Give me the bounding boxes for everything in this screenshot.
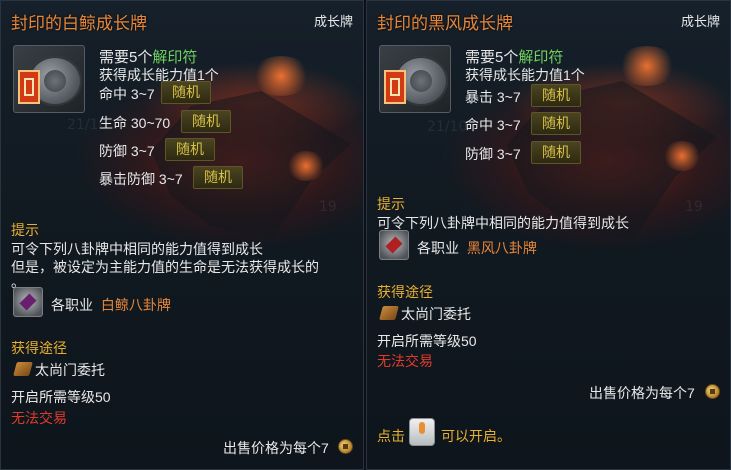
acquire-route-title: 获得途径 xyxy=(377,284,433,300)
requirement-item-link[interactable]: 解印符 xyxy=(518,49,563,66)
class-badge-icon xyxy=(13,287,43,317)
scroll-icon xyxy=(13,362,33,376)
ember-glow xyxy=(662,141,702,171)
requirement-prefix: 需要5个 xyxy=(465,49,519,66)
class-badge-icon xyxy=(379,230,409,260)
coin-icon xyxy=(338,439,353,454)
requirement-line: 需要5个解印符 xyxy=(465,46,563,67)
level-requirement: 开启所需等级50 xyxy=(377,333,477,349)
background-mark: 19 xyxy=(685,199,703,215)
ember-glow xyxy=(286,151,326,181)
trade-restriction: 无法交易 xyxy=(11,410,67,426)
random-badge: 随机 xyxy=(181,110,231,133)
stat-name: 防御 3~7 xyxy=(465,146,521,162)
ember-glow xyxy=(251,56,311,96)
item-title: 封印的白鲸成长牌 xyxy=(11,14,147,33)
sell-price: 出售价格为每个7 xyxy=(223,440,329,456)
click-item-icon[interactable] xyxy=(409,418,435,446)
background-mark: 19 xyxy=(319,199,337,215)
stat-name: 防御 3~7 xyxy=(99,143,155,159)
random-badge: 随机 xyxy=(161,81,211,104)
acquire-route-title: 获得途径 xyxy=(11,340,67,356)
random-badge: 随机 xyxy=(531,84,581,107)
stat-name: 暴击 3~7 xyxy=(465,89,521,105)
growth-card-icon xyxy=(13,45,85,113)
random-badge: 随机 xyxy=(165,138,215,161)
class-card-line: 各职业 黑风八卦牌 xyxy=(417,238,537,258)
class-prefix: 各职业 xyxy=(417,240,459,256)
random-badge: 随机 xyxy=(531,112,581,135)
hint-text: 但是，被设定为主能力值的生命是无法获得成长的 xyxy=(11,259,319,275)
class-prefix: 各职业 xyxy=(51,297,93,313)
level-requirement: 开启所需等级50 xyxy=(11,389,111,405)
class-card-link[interactable]: 白鲸八卦牌 xyxy=(101,297,171,313)
class-card-link[interactable]: 黑风八卦牌 xyxy=(467,240,537,256)
stat-name: 暴击防御 3~7 xyxy=(99,171,183,187)
class-card-line: 各职业 白鲸八卦牌 xyxy=(51,295,171,315)
random-badge: 随机 xyxy=(193,166,243,189)
tooltip-panel-black-wind: 21/10 19 封印的黑风成长牌 成长牌 需要5个解印符 获得成长能力值1个 … xyxy=(366,0,731,470)
item-category-tag: 成长牌 xyxy=(313,14,353,29)
click-suffix: 可以开启。 xyxy=(441,428,511,444)
stat-name: 命中 3~7 xyxy=(99,86,155,102)
hint-text: 可令下列八卦牌中相同的能力值得到成长 xyxy=(11,241,263,257)
scroll-icon xyxy=(379,306,399,320)
gain-text: 获得成长能力值1个 xyxy=(465,67,585,83)
stat-name: 生命 30~70 xyxy=(99,115,171,131)
click-prefix: 点击 xyxy=(377,428,405,444)
click-open-line: 点击 xyxy=(377,426,405,446)
coin-icon xyxy=(705,384,720,399)
item-title: 封印的黑风成长牌 xyxy=(377,14,513,33)
hint-title: 提示 xyxy=(377,196,405,212)
requirement-prefix: 需要5个 xyxy=(99,49,153,66)
hint-text: 可令下列八卦牌中相同的能力值得到成长 xyxy=(377,215,629,231)
ember-glow xyxy=(617,46,677,86)
acquire-route-item: 太尚门委托 xyxy=(35,362,105,378)
background-mark: 21/10 xyxy=(427,119,468,135)
trade-restriction: 无法交易 xyxy=(377,353,433,369)
tooltip-panel-white-whale: 21/10 19 封印的白鲸成长牌 成长牌 需要5个解印符 获得成长能力值1个 … xyxy=(0,0,364,470)
stat-name: 命中 3~7 xyxy=(465,117,521,133)
growth-card-icon xyxy=(379,45,451,113)
sell-price: 出售价格为每个7 xyxy=(589,385,695,401)
acquire-route-item: 太尚门委托 xyxy=(401,306,471,322)
requirement-item-link[interactable]: 解印符 xyxy=(152,49,197,66)
requirement-line: 需要5个解印符 xyxy=(99,46,197,67)
item-category-tag: 成长牌 xyxy=(680,14,720,29)
random-badge: 随机 xyxy=(531,141,581,164)
hint-title: 提示 xyxy=(11,222,39,238)
